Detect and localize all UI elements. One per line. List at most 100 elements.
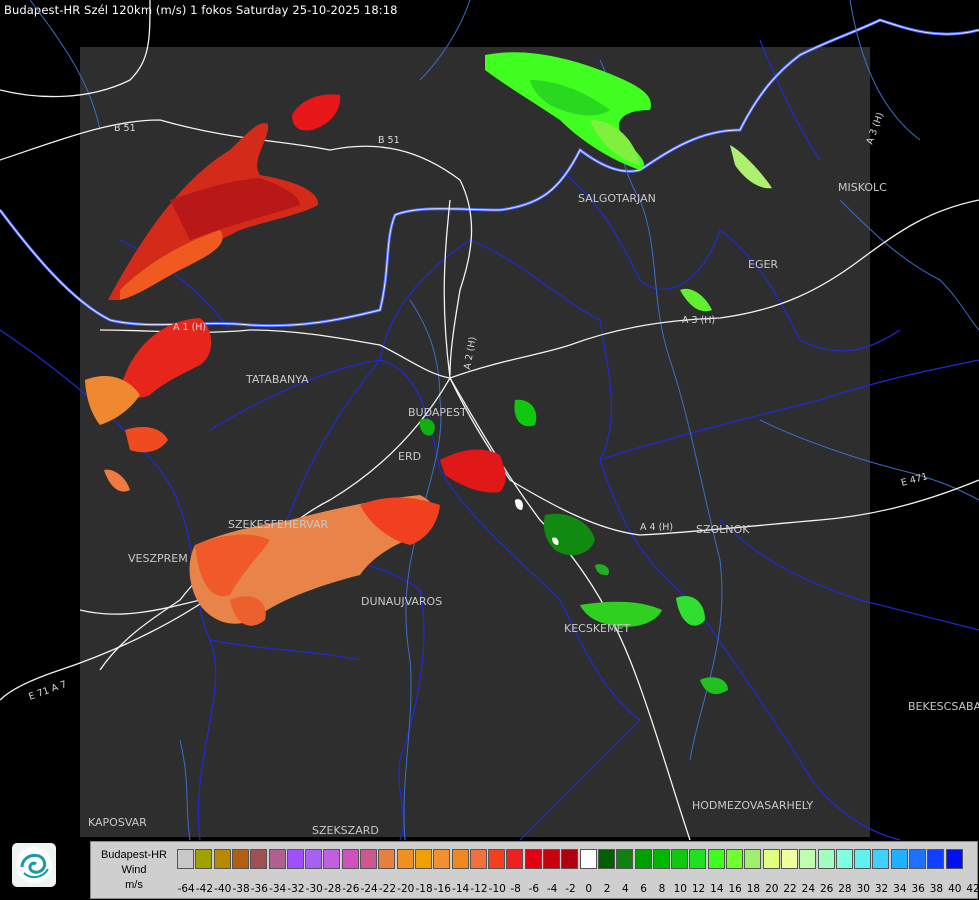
legend-tick-label: -20 <box>397 883 415 895</box>
legend-tick-label: 0 <box>585 883 593 895</box>
legend-label-quantity: Wind <box>121 864 147 876</box>
legend-tick-label: -38 <box>232 883 250 895</box>
legend-swatch <box>433 849 451 869</box>
road-label-a1: A 1 (H) <box>173 322 206 333</box>
city-label-miskolc: MISKOLC <box>838 181 887 194</box>
radar-echoes <box>85 52 772 695</box>
legend-tick-label: -6 <box>528 883 540 895</box>
legend-swatch <box>872 849 890 869</box>
legend-tick-label: -32 <box>287 883 305 895</box>
legend-swatch <box>909 849 926 869</box>
road-label-b51a: B 51 <box>114 123 136 134</box>
legend-swatch <box>414 849 432 869</box>
legend-swatch <box>726 849 743 869</box>
legend-swatch <box>561 849 579 869</box>
legend-swatch <box>707 849 725 869</box>
legend-swatch <box>396 849 414 869</box>
legend-tick-label: -16 <box>433 883 451 895</box>
color-legend: Budapest-HR Wind m/s -64 -42 -40 -38 -36 -34-… <box>90 841 979 899</box>
legend-label-unit: m/s <box>125 879 143 891</box>
legend-swatch <box>506 849 524 869</box>
city-label-bekescsaba: BEKESCSABA <box>908 700 979 713</box>
legend-tick-label: 2 <box>603 883 611 895</box>
legend-swatch <box>195 849 213 869</box>
legend-tick-label: -10 <box>488 883 506 895</box>
legend-swatch <box>579 849 597 869</box>
legend-swatch <box>854 849 872 869</box>
legend-tick-label: 26 <box>819 883 834 895</box>
radar-map[interactable]: B 51 B 51 A 2 (H) A 3 (H) A 3 (H) A 1 (H… <box>0 0 979 840</box>
city-label-tatabanya: TATABANYA <box>245 373 309 386</box>
legend-swatch <box>634 849 652 869</box>
legend-tick-label: -18 <box>415 883 433 895</box>
legend-swatch <box>652 849 670 869</box>
legend-tick-label: 38 <box>929 883 944 895</box>
omsz-logo <box>12 843 56 887</box>
city-label-szekesfehervar: SZEKESFEHERVAR <box>228 518 329 531</box>
legend-tick-label: -14 <box>452 883 470 895</box>
legend-swatch <box>817 849 835 869</box>
legend-swatch <box>286 849 304 869</box>
legend-swatch <box>927 849 945 869</box>
legend-tick-label: 16 <box>728 883 742 895</box>
city-label-veszprem: VESZPREM <box>128 552 188 565</box>
legend-swatch <box>616 849 634 869</box>
city-label-erd: ERD <box>398 450 421 463</box>
legend-swatch <box>451 849 469 869</box>
legend-swatch <box>323 849 341 869</box>
legend-tick-label: 12 <box>691 883 706 895</box>
legend-tick-label: -26 <box>342 883 360 895</box>
legend-swatch <box>177 849 194 869</box>
legend-tick-label: 6 <box>640 883 647 895</box>
legend-tick-label: 22 <box>783 883 797 895</box>
legend-tick-label: 20 <box>765 883 779 895</box>
legend-tick-label: -8 <box>510 883 521 895</box>
legend-tick-label: 28 <box>838 883 852 895</box>
legend-swatch <box>213 849 231 869</box>
legend-tick-label: 30 <box>856 883 870 895</box>
legend-label: Budapest-HR Wind m/s <box>91 842 177 898</box>
legend-tick-label: 10 <box>673 883 687 895</box>
legend-tick-label: 32 <box>874 883 889 895</box>
road-label-b51b: B 51 <box>378 135 400 146</box>
swirl-logo-icon <box>16 847 52 883</box>
legend-swatch <box>945 849 963 869</box>
city-label-dunaujvaros: DUNAUJVAROS <box>361 595 442 608</box>
legend-tick-label: 14 <box>710 883 724 895</box>
legend-tick-label: 8 <box>658 883 666 895</box>
legend-swatch <box>597 849 615 869</box>
legend-tick-label: 40 <box>948 883 962 895</box>
legend-swatch <box>762 849 780 869</box>
legend-swatch <box>744 849 762 869</box>
legend-tick-label: -40 <box>214 883 232 895</box>
city-label-szekszard: SZEKSZARD <box>312 824 379 837</box>
city-label-hodmezovasarhely: HODMEZOVASARHELY <box>692 799 813 812</box>
city-label-kaposvar: KAPOSVAR <box>88 816 147 829</box>
legend-swatch <box>488 849 506 869</box>
legend-swatch <box>689 849 707 869</box>
legend-tick-label: -30 <box>305 883 323 895</box>
legend-tick-label: -34 <box>269 883 287 895</box>
legend-tick-label: 36 <box>911 883 925 895</box>
legend-swatch <box>268 849 286 869</box>
legend-swatch <box>799 849 817 869</box>
legend-swatch <box>378 849 396 869</box>
legend-swatch <box>671 849 689 869</box>
legend-swatch <box>890 849 908 869</box>
legend-tick-label: -42 <box>195 883 214 895</box>
road-label-a4: A 4 (H) <box>640 522 673 533</box>
legend-tick-label: -12 <box>470 883 488 895</box>
legend-swatch <box>524 849 542 869</box>
legend-tick-label: -22 <box>378 883 397 895</box>
city-label-budapest: BUDAPEST <box>408 406 467 419</box>
legend-tick-label: 34 <box>893 883 907 895</box>
legend-tick-label: 24 <box>801 883 816 895</box>
legend-swatch <box>360 849 377 869</box>
legend-swatch <box>469 849 487 869</box>
legend-tick-label: -28 <box>323 883 342 895</box>
road-label-a3b: A 3 (H) <box>682 315 715 326</box>
legend-swatch <box>305 849 323 869</box>
city-label-eger: EGER <box>748 258 778 271</box>
legend-swatch <box>250 849 268 869</box>
legend-swatch <box>543 849 560 869</box>
